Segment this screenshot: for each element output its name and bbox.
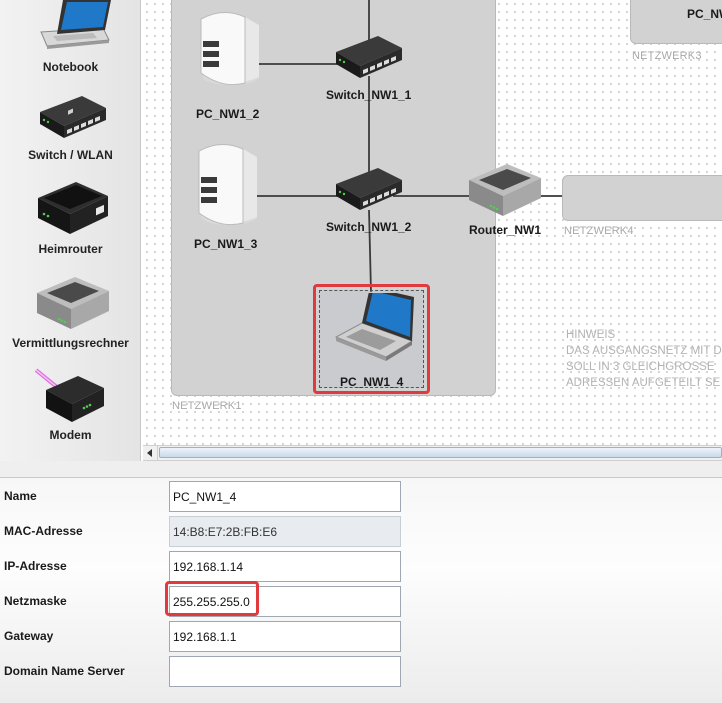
device-label-pc-nw1-2[interactable]: PC_NW1_2 (196, 107, 259, 121)
hint-line: ADRESSEN AUFGETEILT SE (566, 377, 721, 389)
property-row-ip: IP-Adresse (0, 548, 722, 583)
server-icon[interactable] (191, 139, 261, 229)
hint-line: HINWEIS (566, 329, 616, 341)
device-label-pc-nw1-4: PC_NW1_4 (340, 375, 404, 389)
mac-address-field (169, 516, 401, 547)
home-router-icon (38, 182, 108, 234)
palette-label: Heimrouter (38, 242, 103, 256)
palette-label: Switch / WLAN (28, 148, 113, 162)
property-row-netmask: Netzmaske (0, 583, 722, 618)
device-label-router-nw1[interactable]: Router_NW1 (469, 223, 541, 237)
property-row-mac: MAC-Adresse (0, 513, 722, 548)
palette-item-vermittlungsrechner[interactable]: Vermittlungsrechner (0, 270, 141, 355)
palette-item-heimrouter[interactable]: Heimrouter (0, 175, 141, 260)
property-label: Name (4, 489, 37, 503)
switch-icon[interactable] (331, 30, 407, 80)
router-icon[interactable] (465, 160, 545, 220)
scroll-thumb[interactable] (159, 447, 722, 458)
modem-icon (34, 368, 104, 422)
property-label: Domain Name Server (4, 664, 125, 678)
device-label-switch-nw1-1[interactable]: Switch_NW1_1 (326, 88, 411, 102)
property-row-gateway: Gateway (0, 618, 722, 653)
laptop-icon (334, 293, 414, 361)
palette-item-notebook[interactable]: Notebook (0, 0, 141, 80)
device-label-switch-nw1-2[interactable]: Switch_NW1_2 (326, 220, 411, 234)
device-palette: Notebook Switch / WLAN Heimrouter Vermit… (0, 0, 141, 461)
name-field[interactable] (169, 481, 401, 512)
laptop-icon (40, 0, 111, 49)
palette-label: Vermittlungsrechner (12, 336, 129, 350)
device-label-pc-nw1-3[interactable]: PC_NW1_3 (194, 237, 257, 251)
property-label: Gateway (4, 629, 54, 643)
horizontal-scrollbar[interactable] (143, 445, 722, 461)
property-row-dns: Domain Name Server (0, 653, 722, 688)
property-label: Netzmaske (4, 594, 67, 608)
property-label: MAC-Adresse (4, 524, 83, 538)
gateway-field[interactable] (169, 621, 401, 652)
selected-device-highlight[interactable]: PC_NW1_4 (313, 284, 430, 394)
network-canvas[interactable]: NETZWERK1 NETZWERK3 PC_NW NETZWERK4 PC_N… (143, 0, 722, 445)
palette-item-modem[interactable]: Modem (0, 362, 141, 447)
hint-note: HINWEIS DAS AUSGANGSNETZ MIT D SOLL IN 3… (566, 327, 722, 391)
ip-address-field[interactable] (169, 551, 401, 582)
switch-icon (40, 96, 106, 138)
property-row-name: Name (0, 478, 722, 513)
dns-field[interactable] (169, 656, 401, 687)
netmask-highlight (165, 581, 259, 616)
server-icon[interactable] (193, 7, 263, 89)
palette-label: Modem (49, 428, 92, 442)
hint-line: DAS AUSGANGSNETZ MIT D (566, 345, 722, 357)
split-pane-divider[interactable] (0, 461, 722, 478)
hint-line: SOLL IN 3 GLEICHGROSSE (566, 361, 715, 373)
properties-panel: Name MAC-Adresse IP-Adresse Netzmaske Ga… (0, 478, 722, 703)
property-label: IP-Adresse (4, 559, 67, 573)
switch-icon[interactable] (331, 162, 407, 212)
palette-item-switch[interactable]: Switch / WLAN (0, 85, 141, 165)
palette-label: Notebook (42, 60, 99, 74)
scroll-left-arrow-icon[interactable] (143, 446, 158, 460)
router-icon (37, 277, 109, 329)
